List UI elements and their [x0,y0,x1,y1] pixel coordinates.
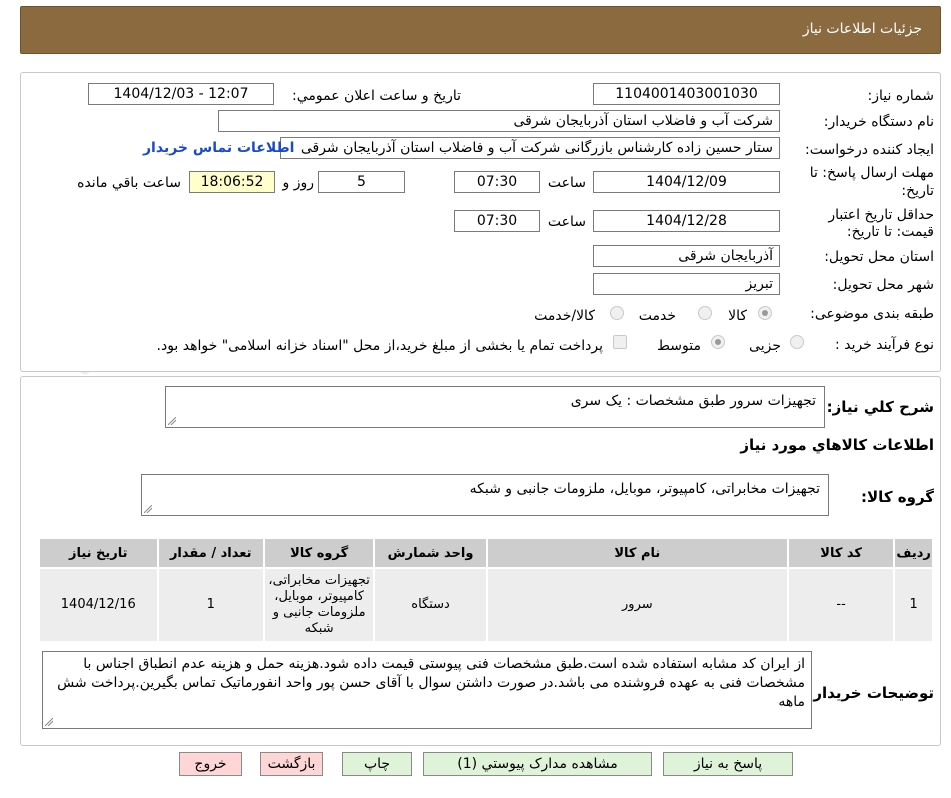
cell-name: سرور [485,567,789,643]
process-label: نوع فرآیند خرید : [835,337,934,353]
buyer-contact-link[interactable]: اطلاعات تماس خریدار [143,140,294,156]
treasury-checkbox[interactable] [613,335,627,349]
deadline-label-date: تاریخ: [901,183,934,199]
validity-date-field: 1404/12/28 [593,210,780,232]
reply-button[interactable]: پاسخ به نیاز [663,752,793,776]
goods-group-label: گروه کالا: [861,488,934,506]
process-radio-medium[interactable] [711,335,725,349]
remaining-time-field: 18:06:52 [189,171,275,193]
category-option-goods: کالا [728,308,747,324]
col-name: نام کالا [485,537,789,569]
treasury-note: پرداخت تمام یا بخشی از مبلغ خرید،از محل … [156,338,603,354]
description-text: تجهیزات سرور طبق مشخصات : یک سری [570,393,816,409]
process-option-minor: جزیی [749,338,781,354]
items-table: ردیف کد کالا نام کالا واحد شمارش گروه کا… [38,537,934,643]
buyer-label: نام دستگاه خریدار: [823,114,934,130]
creator-label: ایجاد کننده درخواست: [805,142,934,158]
city-field: تبریز [593,273,780,295]
col-code: کد کالا [786,537,896,569]
description-label: شرح کلي نیاز: [826,398,934,416]
validity-label: حداقل تاریخ اعتبار [828,207,934,223]
process-option-medium: متوسط [657,338,701,354]
back-button[interactable]: بازگشت [260,752,323,776]
province-field: آذربایجان شرقی [593,245,780,267]
resize-grip-icon[interactable] [45,718,53,726]
goods-group-text: تجهیزات مخابراتی، کامپیوتر، موبایل، ملزو… [469,481,820,497]
announce-label: تاریخ و ساعت اعلان عمومي: [292,88,461,104]
resize-grip-icon[interactable] [144,505,152,513]
resize-grip-icon[interactable] [168,417,176,425]
cell-row: 1 [893,567,934,643]
category-radio-goods[interactable] [758,306,772,320]
province-label: استان محل تحویل: [824,249,934,265]
remaining-label: ساعت باقي مانده [77,175,181,191]
days-field: 5 [318,171,405,193]
view-attachments-button[interactable]: مشاهده مدارک پیوستي (1) [423,752,652,776]
creator-field: ستار حسین زاده کارشناس بازرگانی شرکت آب … [280,137,780,159]
deadline-time-label: ساعت [547,175,586,191]
cell-code: -- [786,567,896,643]
goods-group-field: تجهیزات مخابراتی، کامپیوتر، موبایل، ملزو… [141,474,829,516]
cell-quantity: 1 [156,567,265,643]
buyer-field: شرکت آب و فاضلاب استان آذربایجان شرقی [218,110,780,132]
category-option-service: خدمت [638,308,676,324]
category-radio-service[interactable] [698,306,712,320]
page-title: جزئیات اطلاعات نیاز [802,21,922,37]
days-label: روز و [282,175,315,191]
deadline-label: مهلت ارسال پاسخ: تا [809,165,934,181]
process-radio-minor[interactable] [790,335,804,349]
category-radio-goods-service[interactable] [610,306,624,320]
city-label: شهر محل تحویل: [832,277,934,293]
table-row: 1 -- سرور دستگاه تجهیزات مخابراتی، کامپی… [38,567,934,643]
col-quantity: تعداد / مقدار [156,537,265,569]
cell-unit: دستگاه [373,567,488,643]
goods-info-title: اطلاعات کالاهاي مورد نیاز [740,436,934,454]
description-field: تجهیزات سرور طبق مشخصات : یک سری [165,386,825,428]
col-unit: واحد شمارش [373,537,488,569]
cell-date: 1404/12/16 [38,567,159,643]
print-button[interactable]: چاپ [342,752,412,776]
category-option-goods-service: کالا/خدمت [534,308,595,324]
need-number-label: شماره نیاز: [867,88,935,104]
deadline-date-field: 1404/12/09 [593,171,780,193]
category-label: طبقه بندی موضوعی: [810,306,934,322]
page-header: جزئیات اطلاعات نیاز [20,6,941,54]
validity-label-date: قیمت: تا تاریخ: [846,224,934,240]
need-number-field: 1104001403001030 [593,83,780,105]
buyer-notes-field: از ایران کد مشابه استفاده شده است.طبق مش… [42,651,812,729]
validity-time-label: ساعت [547,214,586,230]
buyer-notes-text: از ایران کد مشابه استفاده شده است.طبق مش… [57,656,805,710]
col-date: تاریخ نیاز [38,537,159,569]
exit-button[interactable]: خروج [179,752,242,776]
buyer-notes-label: توضیحات خریدار: [807,684,934,702]
deadline-time-field: 07:30 [454,171,540,193]
validity-time-field: 07:30 [454,210,540,232]
col-group: گروه کالا [262,537,376,569]
table-header-row: ردیف کد کالا نام کالا واحد شمارش گروه کا… [38,537,934,569]
cell-group: تجهیزات مخابراتی، کامپیوتر، موبایل، ملزو… [262,567,376,643]
announce-field: 1404/12/03 - 12:07 [88,83,274,105]
col-row: ردیف [893,537,934,569]
